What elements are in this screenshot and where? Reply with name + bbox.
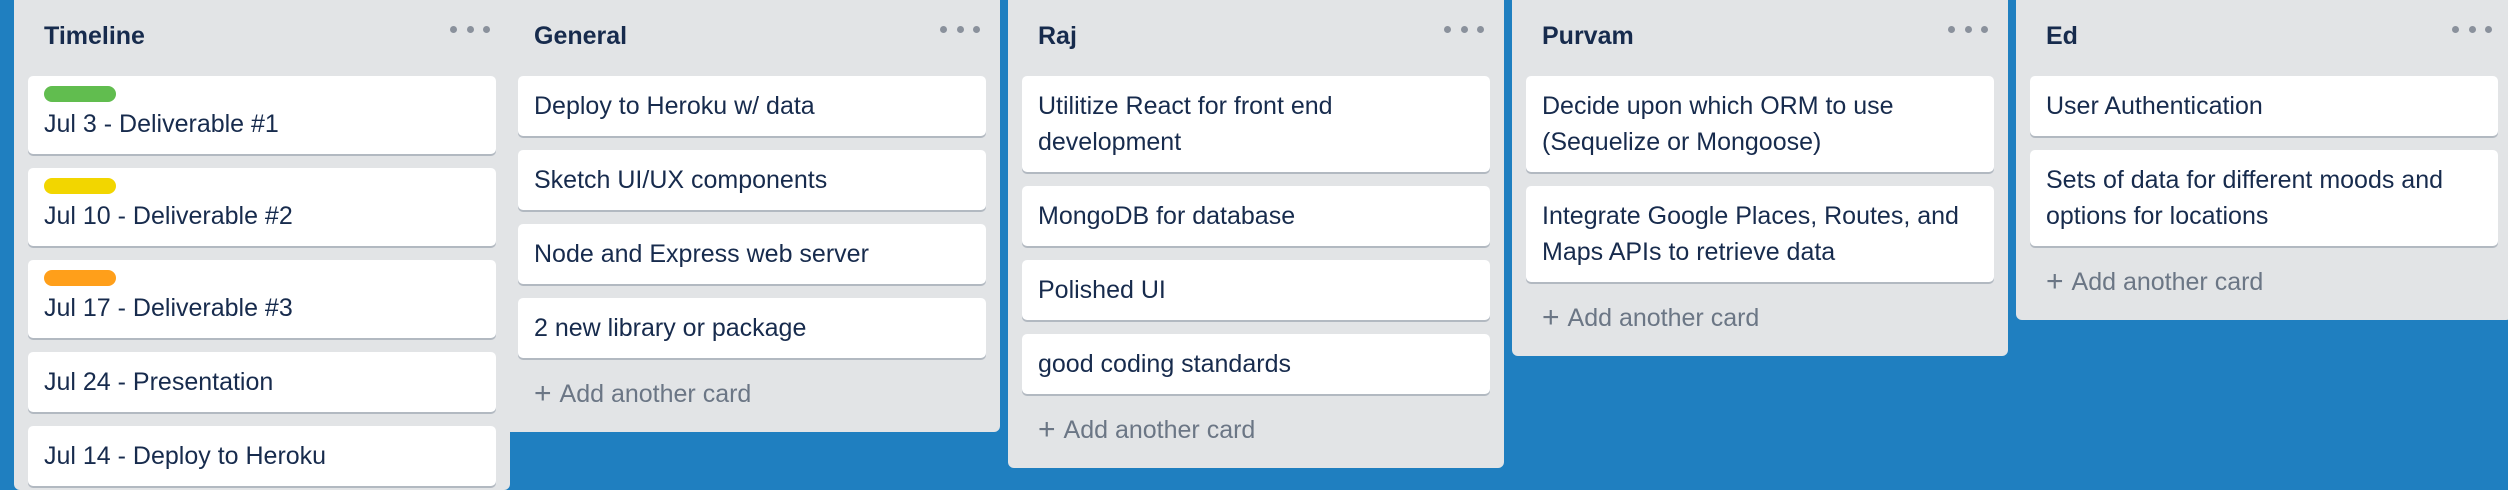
- card[interactable]: Jul 24 - Presentation: [28, 352, 496, 412]
- card[interactable]: Polished UI: [1022, 260, 1490, 320]
- card-title: Integrate Google Places, Routes, and Map…: [1542, 202, 1959, 266]
- card-title: good coding standards: [1038, 350, 1291, 378]
- list-raj: Raj Utilitize React for front end develo…: [1008, 0, 1504, 468]
- plus-icon: +: [1542, 301, 1560, 334]
- plus-icon: +: [2046, 265, 2064, 298]
- ellipsis-icon[interactable]: [940, 16, 980, 42]
- list-title[interactable]: Purvam: [1542, 22, 1634, 51]
- list-title[interactable]: Raj: [1038, 22, 1077, 51]
- card-title: Jul 3 - Deliverable #1: [44, 110, 279, 138]
- card[interactable]: Sets of data for different moods and opt…: [2030, 150, 2498, 246]
- card-title: Jul 24 - Presentation: [44, 368, 274, 396]
- card-title: Node and Express web server: [534, 240, 869, 268]
- card-title: Polished UI: [1038, 276, 1166, 304]
- list-title[interactable]: Timeline: [44, 22, 145, 51]
- card-title: Sketch UI/UX components: [534, 166, 828, 194]
- card-title: Decide upon which ORM to use (Sequelize …: [1542, 92, 1894, 156]
- list-title[interactable]: General: [534, 22, 627, 51]
- card[interactable]: Jul 14 - Deploy to Heroku: [28, 426, 496, 486]
- card-label-green[interactable]: [44, 86, 116, 102]
- ellipsis-icon[interactable]: [1948, 16, 1988, 42]
- card-title: Jul 14 - Deploy to Heroku: [44, 442, 327, 470]
- card[interactable]: 2 new library or package: [518, 298, 986, 358]
- list-header: General: [518, 0, 986, 76]
- add-card-label: Add another card: [2071, 267, 2264, 296]
- card[interactable]: User Authentication: [2030, 76, 2498, 136]
- add-card-label: Add another card: [559, 379, 752, 408]
- card-title: Sets of data for different moods and opt…: [2046, 166, 2444, 230]
- plus-icon: +: [1038, 413, 1056, 446]
- plus-icon: +: [534, 377, 552, 410]
- card-title: Jul 17 - Deliverable #3: [44, 294, 293, 322]
- add-card-button[interactable]: + Add another card: [518, 372, 986, 416]
- card[interactable]: Jul 3 - Deliverable #1: [28, 76, 496, 154]
- list-header: Purvam: [1526, 0, 1994, 76]
- list-timeline: Timeline Jul 3 - Deliverable #1 Jul 10 -…: [14, 0, 510, 490]
- card[interactable]: Integrate Google Places, Routes, and Map…: [1526, 186, 1994, 282]
- list-header: Timeline: [28, 0, 496, 76]
- card[interactable]: Utilitize React for front end developmen…: [1022, 76, 1490, 172]
- add-card-button[interactable]: + Add another card: [1526, 296, 1994, 340]
- card-title: Utilitize React for front end developmen…: [1038, 92, 1333, 156]
- list-purvam: Purvam Decide upon which ORM to use (Seq…: [1512, 0, 2008, 356]
- card-title: 2 new library or package: [534, 314, 807, 342]
- card[interactable]: Jul 17 - Deliverable #3: [28, 260, 496, 338]
- card[interactable]: Sketch UI/UX components: [518, 150, 986, 210]
- card[interactable]: MongoDB for database: [1022, 186, 1490, 246]
- list-header: Raj: [1022, 0, 1490, 76]
- add-card-button[interactable]: + Add another card: [2030, 260, 2498, 304]
- card-title: MongoDB for database: [1038, 202, 1296, 230]
- card[interactable]: Deploy to Heroku w/ data: [518, 76, 986, 136]
- card-title: User Authentication: [2046, 92, 2263, 120]
- card[interactable]: Node and Express web server: [518, 224, 986, 284]
- card-label-orange[interactable]: [44, 270, 116, 286]
- ellipsis-icon[interactable]: [1444, 16, 1484, 42]
- card[interactable]: Jul 10 - Deliverable #2: [28, 168, 496, 246]
- ellipsis-icon[interactable]: [450, 16, 490, 42]
- card[interactable]: Decide upon which ORM to use (Sequelize …: [1526, 76, 1994, 172]
- card-title: Jul 10 - Deliverable #2: [44, 202, 293, 230]
- list-header: Ed: [2030, 0, 2498, 76]
- list-ed: Ed User Authentication Sets of data for …: [2016, 0, 2508, 320]
- add-card-label: Add another card: [1567, 303, 1760, 332]
- board: Timeline Jul 3 - Deliverable #1 Jul 10 -…: [0, 0, 2508, 490]
- list-title[interactable]: Ed: [2046, 22, 2078, 51]
- add-card-label: Add another card: [1063, 415, 1256, 444]
- ellipsis-icon[interactable]: [2452, 16, 2492, 42]
- card-label-yellow[interactable]: [44, 178, 116, 194]
- list-general: General Deploy to Heroku w/ data Sketch …: [504, 0, 1000, 432]
- card[interactable]: good coding standards: [1022, 334, 1490, 394]
- card-title: Deploy to Heroku w/ data: [534, 92, 815, 120]
- add-card-button[interactable]: + Add another card: [1022, 408, 1490, 452]
